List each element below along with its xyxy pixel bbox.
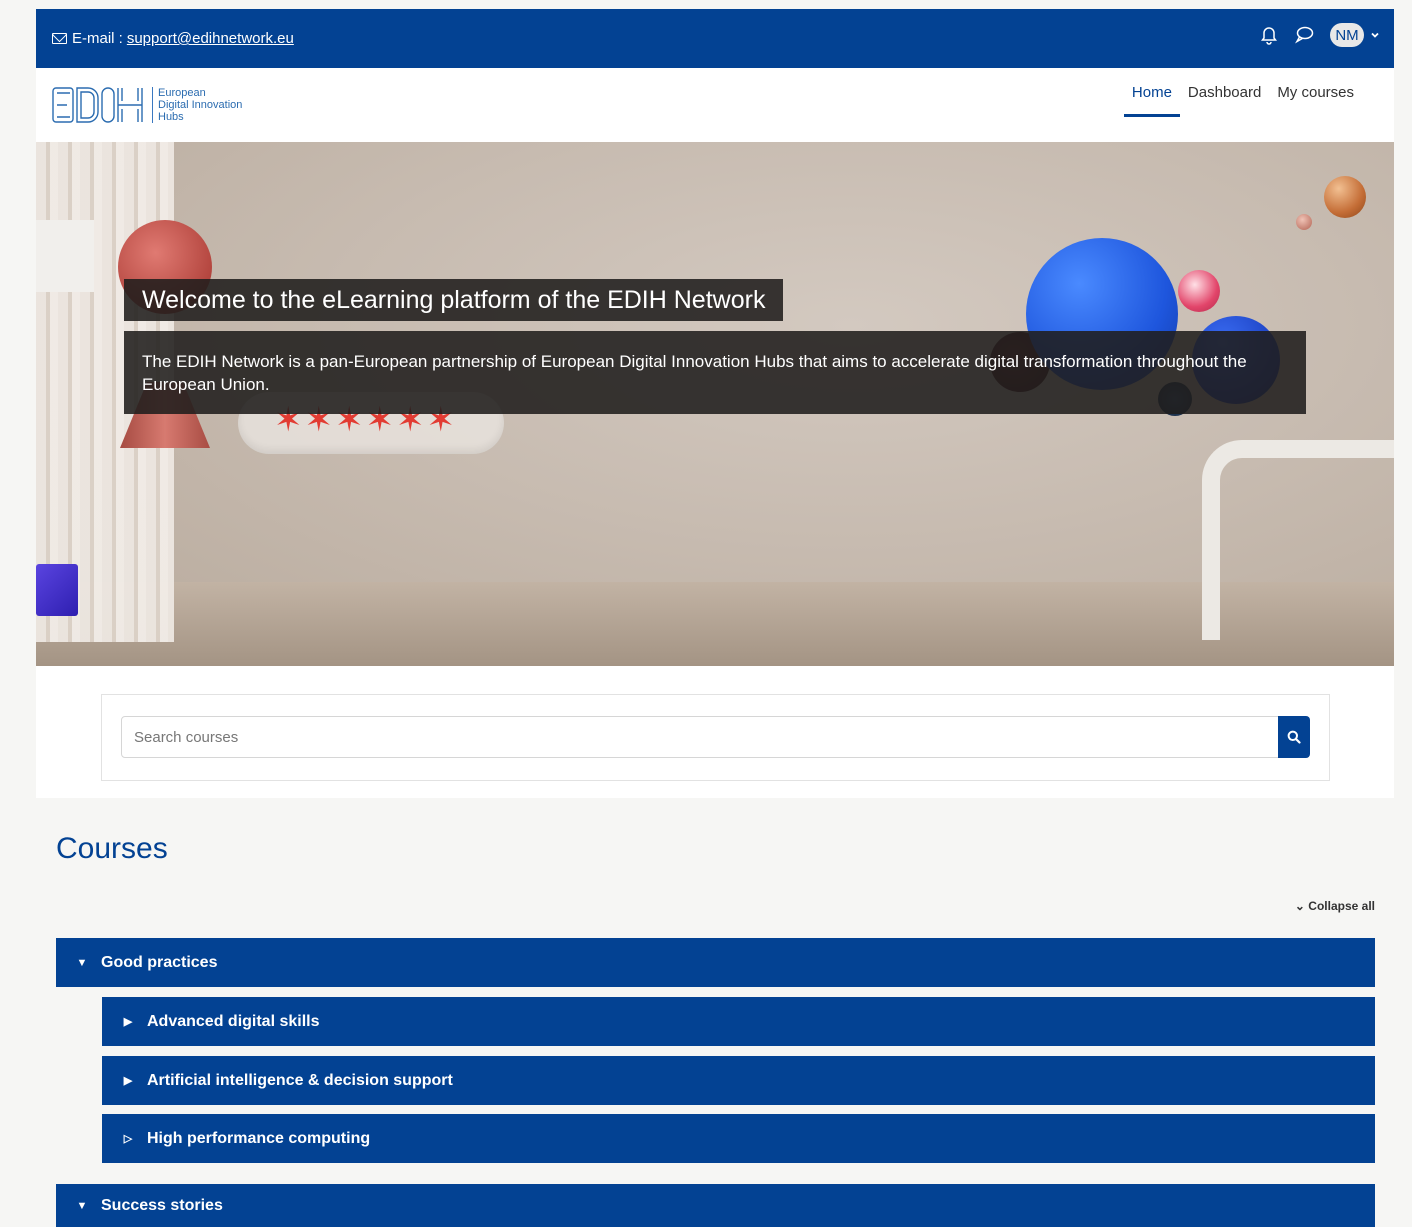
caret-down-icon: ▼ — [76, 1199, 88, 1212]
hero-pink-sphere — [1178, 270, 1220, 312]
hero-purple-cube — [36, 564, 78, 616]
course-search-section — [36, 666, 1394, 798]
hero-title: Welcome to the eLearning platform of the… — [124, 279, 784, 321]
email-label: E-mail : — [72, 30, 123, 47]
email-link[interactable]: support@edihnetwork.eu — [127, 30, 294, 47]
category-good-practices[interactable]: ▼ Good practices — [56, 938, 1375, 987]
category-label: High performance computing — [147, 1129, 371, 1147]
edih-logo-mark — [52, 87, 143, 123]
hero-banner: ✶✶✶✶✶✶ Welcome to the eLearning platform… — [36, 142, 1394, 666]
category-success-stories[interactable]: ▼ Success stories — [56, 1184, 1375, 1227]
messages-chat-icon[interactable] — [1294, 25, 1314, 45]
user-avatar[interactable]: NM — [1330, 23, 1364, 47]
category-artificial-intelligence[interactable]: ▶ Artificial intelligence & decision sup… — [102, 1056, 1375, 1105]
search-icon — [1287, 730, 1301, 744]
logo-line-3: Hubs — [158, 111, 184, 123]
course-search-box — [101, 694, 1330, 781]
nav-home[interactable]: Home — [1123, 84, 1180, 117]
edih-logo[interactable]: European Digital Innovation Hubs — [52, 87, 242, 123]
caret-down-icon: ▼ — [76, 956, 88, 969]
nav-my-courses[interactable]: My courses — [1269, 84, 1362, 117]
caret-right-icon: ▶ — [123, 1075, 133, 1087]
logo-line-2: Digital Innovation — [158, 99, 243, 111]
category-label: Good practices — [101, 953, 218, 971]
collapse-all-link[interactable]: ⌄ Collapse all — [1295, 899, 1375, 913]
hero-tiny-sphere — [1296, 214, 1312, 230]
category-label: Advanced digital skills — [147, 1012, 320, 1030]
hero-wood-sphere — [1324, 176, 1366, 218]
hero-rail — [1202, 440, 1394, 640]
category-high-performance-computing[interactable]: ▷ High performance computing — [102, 1114, 1375, 1163]
category-label: Artificial intelligence & decision suppo… — [147, 1071, 453, 1089]
hero-description: The EDIH Network is a pan-European partn… — [124, 331, 1306, 414]
caret-right-icon: ▶ — [123, 1016, 133, 1028]
navbar: European Digital Innovation Hubs Home Da… — [36, 68, 1394, 142]
logo-text: European Digital Innovation Hubs — [152, 87, 242, 123]
caret-right-outline-icon: ▷ — [123, 1133, 133, 1145]
collapse-all-label: Collapse all — [1308, 899, 1375, 913]
hero-white-box — [36, 220, 94, 292]
search-button[interactable] — [1278, 716, 1310, 758]
envelope-icon — [52, 33, 67, 44]
top-bar: E-mail : support@edihnetwork.eu NM — [36, 9, 1394, 68]
nav-dashboard[interactable]: Dashboard — [1180, 84, 1269, 117]
hero-floor — [36, 582, 1394, 666]
notifications-bell-icon[interactable] — [1260, 25, 1278, 45]
contact-email: E-mail : support@edihnetwork.eu — [52, 30, 294, 47]
logo-line-1: European — [158, 87, 206, 99]
category-label: Success stories — [101, 1196, 223, 1214]
main-nav: Home Dashboard My courses — [1123, 84, 1362, 117]
category-advanced-digital-skills[interactable]: ▶ Advanced digital skills — [102, 997, 1375, 1046]
search-courses-input[interactable] — [121, 716, 1279, 758]
chevron-down-icon[interactable] — [1370, 30, 1380, 40]
courses-heading: Courses — [56, 832, 168, 865]
chevron-down-icon: ⌄ — [1294, 899, 1305, 913]
